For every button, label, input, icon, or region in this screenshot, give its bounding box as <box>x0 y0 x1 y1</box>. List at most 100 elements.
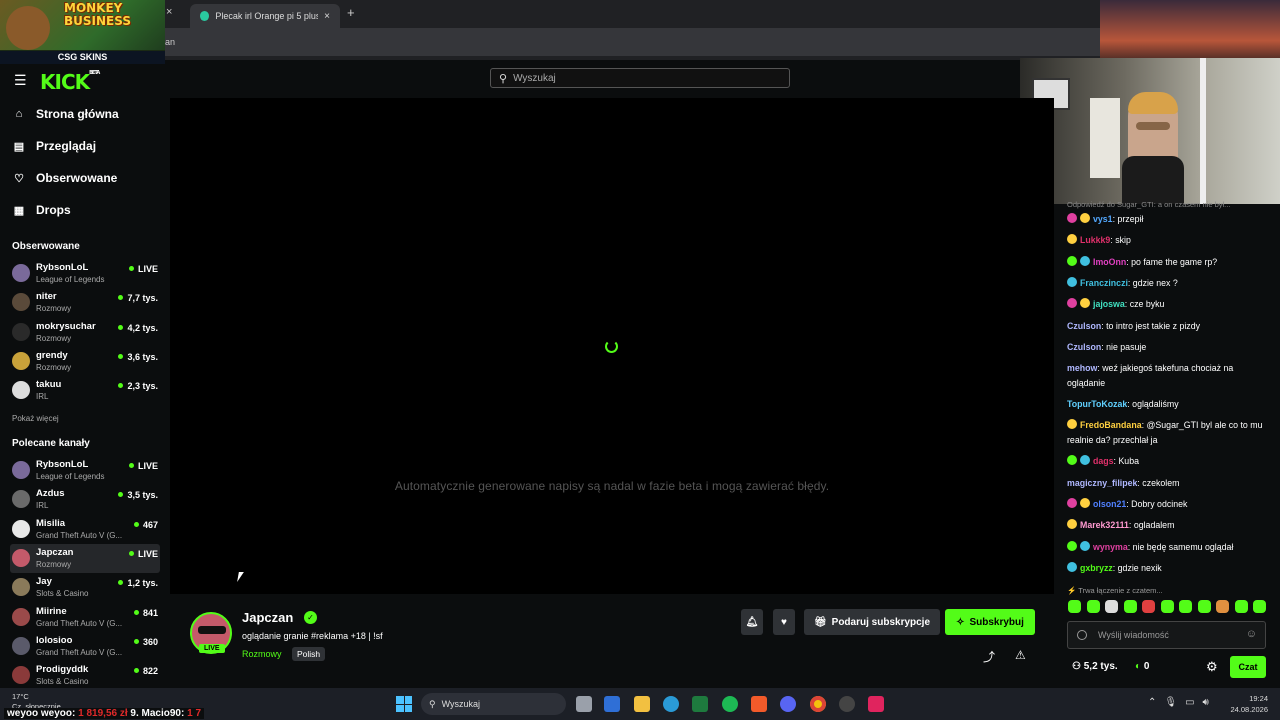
sidebar-item-home[interactable]: ⌂ Strona główna <box>12 107 119 121</box>
chat-username[interactable]: FredoBandana <box>1080 420 1142 430</box>
chat-badge-icon <box>1080 213 1090 223</box>
channel-item[interactable]: Misilia Grand Theft Auto V (G... 467 <box>10 515 160 544</box>
viewer-count: 4,2 tys. <box>118 323 158 333</box>
emoji-icon[interactable]: ☺ <box>1246 628 1257 640</box>
search-input[interactable]: ⚲ Wyszukaj <box>490 68 790 88</box>
shirt <box>1122 156 1184 204</box>
channel-item[interactable]: Prodigyddk Slots & Casino 822 <box>10 661 160 690</box>
chat-username[interactable]: gxbryzz <box>1080 563 1113 573</box>
chat-send-button[interactable]: Czat <box>1230 656 1266 678</box>
chat-username[interactable]: magiczny_filipek <box>1067 478 1137 488</box>
chat-message: vys1: przepił <box>1067 212 1267 227</box>
language-tag[interactable]: Polish <box>292 647 326 661</box>
excel-icon[interactable] <box>692 696 708 712</box>
channel-item[interactable]: takuu IRL 2,3 tys. <box>10 376 160 405</box>
kick-logo[interactable]: KICKBETA <box>40 70 100 94</box>
chat-settings-icon[interactable] <box>1077 630 1087 640</box>
address-bar[interactable]: an <box>165 28 1100 56</box>
emote-icon[interactable] <box>1123 600 1137 613</box>
sidebar-item-following[interactable]: ♡ Obserwowane <box>12 171 117 185</box>
channel-avatar <box>12 293 30 312</box>
subscribe-button[interactable]: ✧ Subskrybuj <box>945 609 1035 635</box>
taskbar-clock[interactable]: 19:24 24.08.2026 <box>1230 693 1268 715</box>
chat-input[interactable]: Wyślij wiadomość ☺ <box>1067 621 1266 649</box>
chat-username[interactable]: Czulson <box>1067 342 1101 352</box>
chat-username[interactable]: Marek32111 <box>1080 520 1129 530</box>
chat-text: nie pasuje <box>1106 341 1147 352</box>
channel-item[interactable]: Jay Slots & Casino 1,2 tys. <box>10 573 160 602</box>
spotify-icon[interactable] <box>722 696 738 712</box>
channel-category: Slots & Casino <box>36 589 89 599</box>
channel-item[interactable]: Azdus IRL 3,5 tys. <box>10 485 160 514</box>
emote-icon[interactable] <box>1179 600 1192 613</box>
streamer-name[interactable]: Japczan <box>242 610 293 625</box>
channel-item[interactable]: mokrysuchar Rozmowy 4,2 tys. <box>10 318 160 347</box>
tab-close-icon[interactable]: × <box>324 11 330 22</box>
chat-badge-icon <box>1080 255 1090 266</box>
new-tab-button[interactable]: + <box>347 5 355 20</box>
sidebar-item-browse[interactable]: ▤ Przeglądaj <box>12 139 96 153</box>
system-tray[interactable]: ⌃🎙︎▭🔊︎ <box>1148 697 1217 708</box>
chat-username[interactable]: dags <box>1093 456 1114 466</box>
emote-icon[interactable] <box>1216 600 1229 613</box>
tiktok-icon[interactable] <box>868 696 884 712</box>
viewer-count: 3,6 tys. <box>118 352 158 362</box>
chat-username[interactable]: Franczinczi <box>1080 278 1128 288</box>
emote-bar[interactable] <box>1068 600 1266 613</box>
channel-name: RybsonLoL <box>36 262 89 273</box>
channel-item[interactable]: lolosioo Grand Theft Auto V (G... 360 <box>10 632 160 661</box>
emote-icon[interactable] <box>1253 600 1266 613</box>
gift-subs-button[interactable]: 🎁︎ Podaruj subskrypcje <box>804 609 940 635</box>
emote-icon[interactable] <box>1234 600 1248 613</box>
stream-category-link[interactable]: Rozmowy <box>242 649 282 659</box>
discord-icon[interactable] <box>780 696 796 712</box>
edge-icon[interactable] <box>663 696 679 712</box>
emote-icon[interactable] <box>1142 600 1155 613</box>
channel-avatar <box>12 322 30 341</box>
emote-icon[interactable] <box>1197 600 1211 613</box>
brave-icon[interactable] <box>751 696 767 712</box>
store-icon[interactable] <box>604 696 620 712</box>
chat-username[interactable]: vys1 <box>1093 214 1113 224</box>
settings-gear-icon[interactable]: ⚙ <box>1206 659 1218 675</box>
channel-item[interactable]: Miirine Grand Theft Auto V (G... 841 <box>10 603 160 632</box>
channel-item[interactable]: RybsonLoL League of Legends LIVE <box>10 259 160 288</box>
sidebar-item-drops[interactable]: ▦ Drops <box>12 203 71 217</box>
chrome-icon[interactable] <box>810 696 826 712</box>
chat-message: mehow: weź jakiegoś takefuna chociaż na … <box>1067 363 1234 389</box>
tab-close-icon[interactable]: × <box>166 6 172 18</box>
points-count[interactable]: ◐ 0 <box>1135 661 1149 672</box>
emote-icon[interactable] <box>1068 600 1081 613</box>
channel-item[interactable]: niter Rozmowy 7,7 tys. <box>10 288 160 317</box>
chat-username[interactable]: jajoswa <box>1093 299 1125 309</box>
emote-icon[interactable] <box>1160 600 1174 613</box>
channel-item[interactable]: grendy Rozmowy 3,6 tys. <box>10 347 160 376</box>
chat-username[interactable]: ImoOnn <box>1093 257 1126 267</box>
chat-username[interactable]: mehow <box>1067 363 1097 373</box>
chat-text: oglądaliśmy <box>1132 399 1179 410</box>
notification-bell-button[interactable]: 🔔︎ <box>741 609 763 635</box>
channel-name: grendy <box>36 349 68 361</box>
follow-button[interactable]: ♥ <box>773 609 795 635</box>
task-view-icon[interactable] <box>576 696 592 712</box>
file-explorer-icon[interactable] <box>634 696 650 712</box>
chat-username[interactable]: olson21 <box>1093 499 1126 509</box>
chat-username[interactable]: Czulson <box>1067 321 1101 331</box>
channel-item[interactable]: RybsonLoL League of Legends LIVE <box>10 456 160 485</box>
browser-tab[interactable]: Plecak irl Orange pi 5 plus 8gb × <box>190 4 340 28</box>
chat-username[interactable]: TopurToKozak <box>1067 399 1127 409</box>
channel-item[interactable]: Japczan Rozmowy LIVE <box>10 543 160 573</box>
hamburger-menu-icon[interactable]: ☰ <box>14 72 27 89</box>
emote-icon[interactable] <box>1086 600 1100 613</box>
windows-start-icon[interactable] <box>396 696 412 712</box>
show-more-link[interactable]: Pokaż więcej <box>12 414 59 423</box>
obs-icon[interactable] <box>839 696 855 712</box>
share-icon[interactable]: ⤴ <box>983 648 995 665</box>
chat-username[interactable]: wynyma <box>1093 542 1128 552</box>
chat-username[interactable]: Lukkk9 <box>1080 235 1110 245</box>
monkey-mascot-icon <box>6 6 50 50</box>
taskbar-search[interactable]: ⚲ Wyszukaj <box>421 693 566 715</box>
report-icon[interactable]: ⚠ <box>1015 648 1026 662</box>
emote-icon[interactable] <box>1105 600 1118 613</box>
chat-text: gdzie nexik <box>1117 562 1162 573</box>
